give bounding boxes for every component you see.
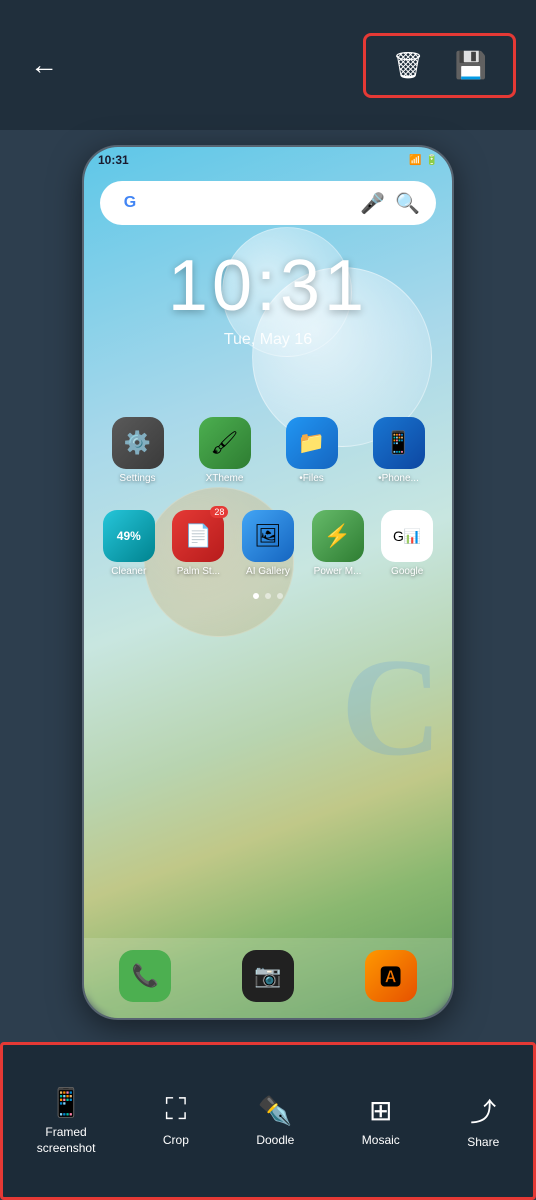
app-settings[interactable]: ⚙️ Settings (103, 417, 173, 484)
mosaic-label: Mosaic (362, 1133, 400, 1149)
phone-screen: C 10:31 📶 🔋 G 🎤 🔍 10:31 Tue, May 16 ⚙️ (84, 147, 452, 1018)
crop-label: Crop (163, 1133, 189, 1149)
palmst-icon: 📄 28 (172, 510, 224, 562)
dock-phone-icon: 📞 (119, 950, 171, 1002)
bottom-toolbar: 📱 Framedscreenshot ⛶ Crop ✒️ Doodle ⊞ Mo… (0, 1042, 536, 1200)
delete-button[interactable]: 🗑 (382, 46, 435, 85)
phone-app-label: •Phone... (378, 473, 419, 484)
powerm-label: Power M... (314, 566, 362, 577)
tool-share[interactable]: ⤴ Share (455, 1084, 511, 1159)
app-phone[interactable]: 📱 •Phone... (364, 417, 434, 484)
app-google[interactable]: G📊 Google (372, 510, 442, 577)
lens-icon[interactable]: 🔍 (395, 191, 420, 216)
battery-icon: 🔋 (426, 155, 438, 166)
action-buttons-container: 🗑 💾 (363, 33, 516, 98)
tool-crop[interactable]: ⛶ Crop (151, 1085, 201, 1157)
settings-label: Settings (119, 473, 155, 484)
app-files[interactable]: 📁 •Files (277, 417, 347, 484)
dot-2 (265, 593, 271, 599)
xtheme-label: XTheme (206, 473, 244, 484)
dock-camera-icon: 📷 (242, 950, 294, 1002)
search-bar[interactable]: G 🎤 🔍 (100, 181, 436, 225)
page-dots (84, 593, 452, 599)
mosaic-icon: ⊞ (369, 1094, 392, 1127)
top-bar: ← 🗑 💾 (0, 0, 536, 130)
mic-icon[interactable]: 🎤 (360, 191, 385, 216)
watermark-c: C (341, 627, 442, 788)
palmst-badge: 28 (210, 506, 228, 518)
crop-icon: ⛶ (165, 1093, 186, 1127)
dock-camera[interactable]: 📷 (233, 950, 303, 1006)
clock-date: Tue, May 16 (84, 331, 452, 349)
powerm-icon: ⚡ (312, 510, 364, 562)
settings-icon: ⚙️ (112, 417, 164, 469)
app-row-2: 49% Cleaner 📄 28 Palm St... 🖼 AI Gallery… (84, 502, 452, 585)
doodle-label: Doodle (256, 1133, 294, 1149)
app-cleaner[interactable]: 49% Cleaner (94, 510, 164, 577)
phone-app-icon: 📱 (373, 417, 425, 469)
app-aigallery[interactable]: 🖼 AI Gallery (233, 510, 303, 577)
app-palmst[interactable]: 📄 28 Palm St... (164, 510, 234, 577)
aigallery-icon: 🖼 (242, 510, 294, 562)
clock-time: 10:31 (84, 245, 452, 327)
xtheme-icon: 🖌 (199, 417, 251, 469)
status-icons: 📶 🔋 (409, 155, 438, 166)
dot-3 (277, 593, 283, 599)
app-xtheme[interactable]: 🖌 XTheme (190, 417, 260, 484)
framed-screenshot-icon: 📱 (49, 1086, 84, 1119)
status-bar: 10:31 📶 🔋 (84, 147, 452, 173)
back-button[interactable]: ← (20, 39, 68, 91)
dot-1 (253, 593, 259, 599)
tool-framed-screenshot[interactable]: 📱 Framedscreenshot (25, 1078, 108, 1164)
google-icon: G📊 (381, 510, 433, 562)
tool-doodle[interactable]: ✒️ Doodle (244, 1086, 306, 1157)
app-dock: 📞 📷 🅰 (84, 938, 452, 1018)
palmst-label: Palm St... (177, 566, 220, 577)
cleaner-icon: 49% (103, 510, 155, 562)
signal-icon: 📶 (409, 155, 421, 166)
dock-app-icon: 🅰 (365, 950, 417, 1002)
files-label: •Files (299, 473, 324, 484)
share-label: Share (467, 1135, 499, 1151)
status-time: 10:31 (98, 153, 129, 167)
files-icon: 📁 (286, 417, 338, 469)
app-row-1: ⚙️ Settings 🖌 XTheme 📁 •Files 📱 •Phone..… (84, 409, 452, 492)
framed-screenshot-label: Framedscreenshot (37, 1125, 96, 1156)
search-action-icons: 🎤 🔍 (360, 191, 420, 216)
tool-mosaic[interactable]: ⊞ Mosaic (350, 1086, 412, 1157)
phone-frame: C 10:31 📶 🔋 G 🎤 🔍 10:31 Tue, May 16 ⚙️ (82, 145, 454, 1020)
clock-display: 10:31 Tue, May 16 (84, 245, 452, 349)
google-logo: G (116, 189, 144, 217)
aigallery-label: AI Gallery (246, 566, 290, 577)
dock-phone[interactable]: 📞 (110, 950, 180, 1006)
app-powerm[interactable]: ⚡ Power M... (303, 510, 373, 577)
google-label: Google (391, 566, 423, 577)
dock-app[interactable]: 🅰 (356, 950, 426, 1006)
doodle-icon: ✒️ (258, 1094, 293, 1127)
share-icon: ⤴ (470, 1092, 496, 1129)
save-button[interactable]: 💾 (445, 46, 497, 85)
cleaner-label: Cleaner (111, 566, 146, 577)
